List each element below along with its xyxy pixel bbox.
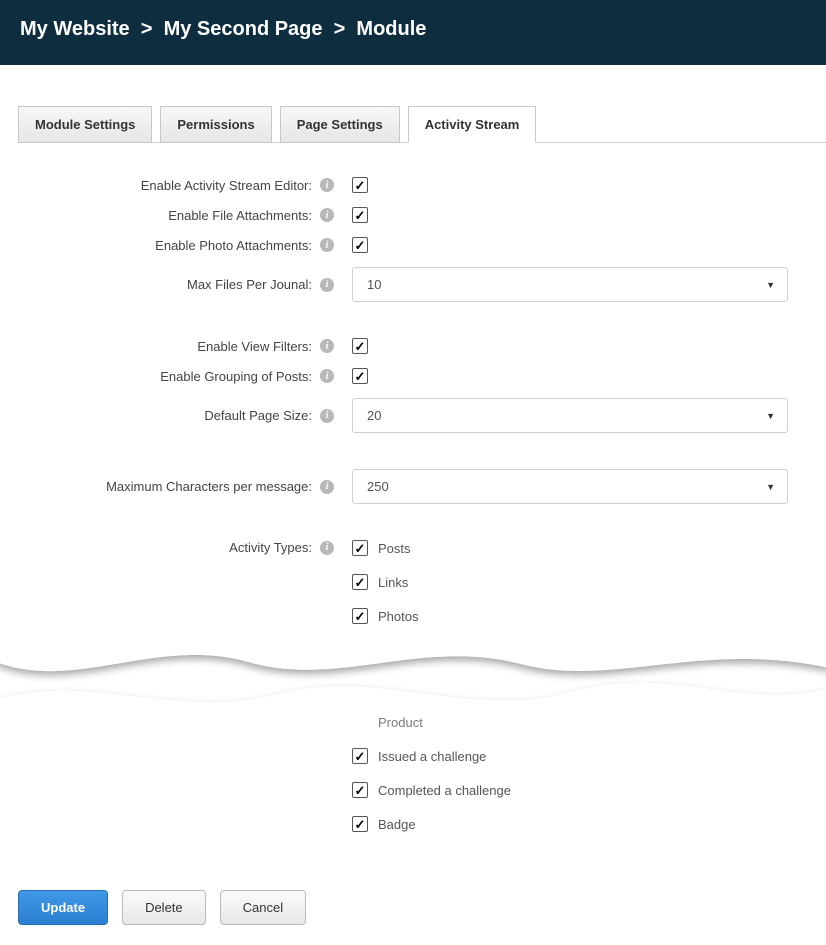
info-icon[interactable]: i	[320, 369, 334, 383]
breadcrumb: My Website > My Second Page > Module	[0, 0, 826, 65]
content-truncation-indicator	[0, 642, 826, 714]
breadcrumb-item[interactable]: My Second Page	[164, 18, 323, 40]
label-enable-photo-attachments: Enable Photo Attachments:	[155, 238, 312, 253]
label-max-files-per-journal: Max Files Per Jounal:	[187, 277, 312, 292]
action-bar: Update Delete Cancel	[0, 850, 826, 945]
activity-type-label: Issued a challenge	[378, 749, 486, 764]
info-icon[interactable]: i	[320, 238, 334, 252]
label-max-chars-per-message: Maximum Characters per message:	[106, 479, 312, 494]
cancel-button[interactable]: Cancel	[220, 890, 306, 925]
select-max-chars-per-message[interactable]: 250	[352, 469, 788, 504]
select-max-files-per-journal[interactable]: 10	[352, 267, 788, 302]
delete-button[interactable]: Delete	[122, 890, 206, 925]
breadcrumb-item[interactable]: My Website	[20, 18, 130, 40]
checkbox-activity-type-posts[interactable]	[352, 540, 368, 556]
label-enable-grouping-of-posts: Enable Grouping of Posts:	[160, 369, 312, 384]
update-button[interactable]: Update	[18, 890, 108, 925]
label-enable-activity-stream-editor: Enable Activity Stream Editor:	[141, 178, 312, 193]
settings-form: Enable Activity Stream Editor: i Enable …	[0, 143, 826, 624]
checkbox-activity-type-links[interactable]	[352, 574, 368, 590]
tab-page-settings[interactable]: Page Settings	[280, 106, 400, 143]
info-icon[interactable]: i	[320, 480, 334, 494]
info-icon[interactable]: i	[320, 409, 334, 423]
breadcrumb-item[interactable]: Module	[356, 18, 426, 40]
activity-type-label: Badge	[378, 817, 416, 832]
info-icon[interactable]: i	[320, 339, 334, 353]
tab-module-settings[interactable]: Module Settings	[18, 106, 152, 143]
checkbox-activity-type-badge[interactable]	[352, 816, 368, 832]
activity-type-label: Completed a challenge	[378, 783, 511, 798]
label-enable-file-attachments: Enable File Attachments:	[168, 208, 312, 223]
activity-type-label: Photos	[378, 609, 418, 624]
activity-type-label: Posts	[378, 541, 411, 556]
activity-type-label: Links	[378, 575, 408, 590]
select-default-page-size[interactable]: 20	[352, 398, 788, 433]
activity-type-label: Product	[378, 715, 423, 730]
checkbox-enable-photo-attachments[interactable]	[352, 237, 368, 253]
checkbox-enable-file-attachments[interactable]	[352, 207, 368, 223]
label-enable-view-filters: Enable View Filters:	[197, 339, 312, 354]
info-icon[interactable]: i	[320, 278, 334, 292]
tab-permissions[interactable]: Permissions	[160, 106, 271, 143]
tab-bar: Module Settings Permissions Page Setting…	[18, 105, 826, 143]
checkbox-activity-type-completed-challenge[interactable]	[352, 782, 368, 798]
checkbox-enable-activity-stream-editor[interactable]	[352, 177, 368, 193]
label-default-page-size: Default Page Size:	[204, 408, 312, 423]
checkbox-activity-type-issued-challenge[interactable]	[352, 748, 368, 764]
tab-activity-stream[interactable]: Activity Stream	[408, 106, 537, 143]
info-icon[interactable]: i	[320, 208, 334, 222]
label-activity-types: Activity Types:	[229, 540, 312, 555]
checkbox-activity-type-photos[interactable]	[352, 608, 368, 624]
info-icon[interactable]: i	[320, 178, 334, 192]
checkbox-enable-grouping-of-posts[interactable]	[352, 368, 368, 384]
info-icon[interactable]: i	[320, 541, 334, 555]
checkbox-enable-view-filters[interactable]	[352, 338, 368, 354]
